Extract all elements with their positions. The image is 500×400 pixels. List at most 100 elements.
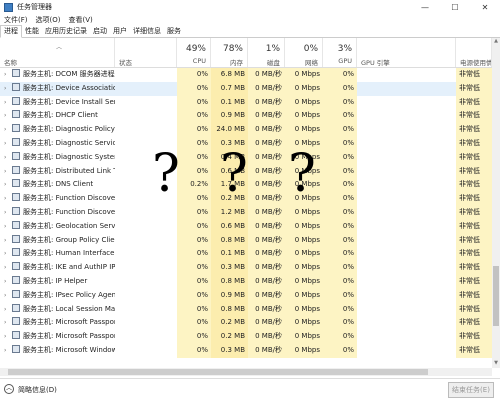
column-header-status[interactable]: 状态 [115,38,177,67]
status-bar: ︿ 简略信息(D) 结束任务(E) [0,378,500,400]
table-row[interactable]: ›服务主机: Diagnostic Policy S...0%24.0 MB0 … [0,123,492,137]
expand-chevron-icon[interactable]: › [4,247,12,261]
cpu-cell: 0% [177,261,211,275]
process-name-cell: › 服务主机: Device Association ... [0,81,115,96]
expand-chevron-icon[interactable]: › [4,192,12,206]
column-header-gpu-engine[interactable]: GPU 引擎 [357,38,456,67]
collapse-chevron-icon[interactable]: ︿ [4,384,14,394]
menu-view[interactable]: 查看(V) [64,15,96,25]
expand-chevron-icon[interactable]: › [4,151,12,165]
end-task-button[interactable]: 结束任务(E) [448,382,494,398]
gpu-cell: 0% [323,219,357,234]
table-row[interactable]: ›服务主机: Device Install Service0%0.1 MB0 M… [0,95,492,110]
vertical-scroll-thumb[interactable] [493,266,499,326]
tab-app-history[interactable]: 应用历史记录 [42,26,90,37]
expand-chevron-icon[interactable]: › [4,330,12,344]
table-row[interactable]: ›服务主机: Microsoft Passport ...0%0.2 MB0 M… [0,330,492,344]
expand-chevron-icon[interactable]: › [4,303,12,317]
expand-chevron-icon[interactable]: › [4,275,12,289]
column-header-cpu[interactable]: 49% CPU [177,38,211,67]
gpu-cell: 0% [323,206,357,220]
scroll-up-arrow-icon[interactable]: ▲ [492,38,500,46]
expand-chevron-icon[interactable]: › [4,261,12,275]
expand-chevron-icon[interactable]: › [4,82,12,96]
expand-chevron-icon[interactable]: › [4,220,12,234]
status-cell [115,206,177,220]
table-row[interactable]: › 服务主机: DCOM 服务器进程... 0% 6.8 MB 0 MB/秒 0 Mbps… [0,68,492,82]
table-row[interactable]: › 服务主机: DHCP Client 0% 0.9 MB 0 MB/秒 0 Mbps 0%… [0,109,492,124]
expand-chevron-icon[interactable]: › [4,344,12,358]
tab-startup[interactable]: 启动 [90,26,110,37]
maximize-button[interactable]: ☐ [440,0,470,14]
table-row[interactable]: › 服务主机: IPsec Policy Agent 0% 0.9 MB 0 MB/秒 0… [0,288,492,303]
column-header-memory[interactable]: 78% 内存 [211,38,248,67]
vertical-scrollbar[interactable]: ▲ ▼ [492,38,500,368]
column-header-gpu[interactable]: 3% GPU [323,38,357,67]
expand-chevron-icon[interactable]: › [4,178,12,192]
process-name-cell: › 服务主机: IPsec Policy Agent [0,289,115,303]
table-row[interactable]: ›服务主机: Microsoft Windows...0%0.3 MB0 MB/… [0,344,492,358]
table-row[interactable]: › 服务主机: Microsoft Passport 0% 0.2 MB 0 MB/秒 0… [0,316,492,331]
memory-cell: 0.1 MB [211,95,248,110]
tab-processes[interactable]: 进程 [0,25,22,38]
table-row[interactable]: › 服务主机: Group Policy Client 0% 0.8 MB 0 MB/秒… [0,233,492,248]
cpu-cell: 0% [177,330,211,344]
expand-chevron-icon[interactable]: › [4,68,12,82]
scroll-down-arrow-icon[interactable]: ▼ [492,360,500,368]
table-row[interactable]: › 服务主机: IP Helper 0% 0.8 MB 0 MB/秒 0 Mbps 0% 非常… [0,275,492,289]
table-row[interactable]: ›服务主机: Device Association ...0%0.7 MB0 M… [0,81,492,96]
expand-chevron-icon[interactable]: › [4,165,12,179]
cpu-cell: 0% [177,275,211,289]
memory-cell: 1.2 MB [211,206,248,220]
table-row[interactable]: ›服务主机: Function Discovery ...0%1.2 MB0 M… [0,206,492,220]
network-cell: 0 Mbps [285,344,323,358]
menu-file[interactable]: 文件(F) [0,15,32,25]
gpu-total-percent: 3% [337,44,352,54]
tab-performance[interactable]: 性能 [22,26,42,37]
memory-cell: 0.8 MB [211,233,248,248]
status-cell [115,247,177,261]
tab-users[interactable]: 用户 [110,26,130,37]
expand-chevron-icon[interactable]: › [4,96,12,110]
column-header-power[interactable]: 电源使用情况 [456,38,492,67]
horizontal-scroll-thumb[interactable] [8,369,428,375]
table-row[interactable]: ›服务主机: Geolocation Service0%0.6 MB0 MB/秒… [0,219,492,234]
column-power-label: 电源使用情况 [460,59,492,67]
gpu-engine-cell [357,220,456,234]
disk-cell: 0 MB/秒 [248,68,285,82]
menu-options[interactable]: 选项(O) [32,15,65,25]
column-header-name[interactable]: ︿ 名称 [0,38,115,67]
tab-details[interactable]: 详细信息 [130,26,164,37]
column-header-network[interactable]: 0% 网络 [285,38,323,67]
cpu-cell: 0% [177,81,211,96]
process-name: 服务主机: DNS Client [23,180,94,189]
tab-services[interactable]: 服务 [164,26,184,37]
gpu-cell: 0% [323,275,357,289]
table-row[interactable]: ›服务主机: Human Interface D...0%0.1 MB0 MB/… [0,247,492,262]
cpu-total-percent: 49% [185,44,206,54]
expand-chevron-icon[interactable]: › [4,289,12,303]
network-cell: 0 Mbps [285,123,323,137]
gpu-engine-cell [357,344,456,358]
table-row[interactable]: ›服务主机: Local Session Man...0%0.8 MB0 MB/… [0,302,492,317]
expand-chevron-icon[interactable]: › [4,123,12,137]
close-button[interactable]: ✕ [470,0,500,14]
power-usage-cell: 非常低 [456,164,492,179]
memory-total-percent: 78% [222,44,243,54]
process-name: 服务主机: Microsoft Passport ... [23,332,115,341]
expand-chevron-icon[interactable]: › [4,234,12,248]
minimize-button[interactable]: — [410,0,440,14]
disk-cell: 0 MB/秒 [248,150,285,165]
expand-chevron-icon[interactable]: › [4,109,12,123]
tab-bar: 进程 性能 应用历史记录 启动 用户 详细信息 服务 [0,25,500,38]
table-row[interactable]: ›服务主机: IKE and AuthIP IPse...0%0.3 MB0 M… [0,261,492,275]
expand-chevron-icon[interactable]: › [4,137,12,151]
fewer-details-link[interactable]: 简略信息(D) [18,385,57,395]
gpu-cell: 0% [323,137,357,151]
service-host-icon [12,262,20,271]
expand-chevron-icon[interactable]: › [4,316,12,330]
column-header-disk[interactable]: 1% 磁盘 [248,38,285,67]
expand-chevron-icon[interactable]: › [4,206,12,220]
horizontal-scrollbar[interactable] [0,368,492,376]
memory-cell: 0.6 MB [211,219,248,234]
